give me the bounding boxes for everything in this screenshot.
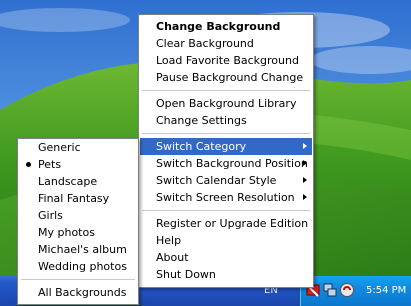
- menu-item-switch-calendar-style[interactable]: Switch Calendar Style: [140, 172, 312, 189]
- clock[interactable]: 5:54 PM: [366, 285, 406, 296]
- category-item-all-backgrounds[interactable]: All Backgrounds: [19, 284, 137, 301]
- category-item-girls[interactable]: Girls: [19, 207, 137, 224]
- category-item-pets[interactable]: Pets: [19, 156, 137, 173]
- network-icon[interactable]: [322, 282, 338, 298]
- category-item-michaels-album[interactable]: Michael's album: [19, 241, 137, 258]
- menu-separator: [142, 133, 310, 134]
- security-alert-icon[interactable]: [339, 282, 355, 298]
- menu-item-switch-screen-resolution[interactable]: Switch Screen Resolution: [140, 189, 312, 206]
- menu-item-label: Switch Calendar Style: [156, 174, 277, 187]
- menu-item-label: Switch Category: [156, 140, 247, 153]
- menu-separator: [21, 279, 135, 280]
- menu-item-label: Switch Background Position: [156, 157, 308, 170]
- menu-item-load-favorite-background[interactable]: Load Favorite Background: [140, 52, 312, 69]
- category-item-final-fantasy[interactable]: Final Fantasy: [19, 190, 137, 207]
- submenu-arrow-icon: [303, 194, 307, 200]
- menu-item-clear-background[interactable]: Clear Background: [140, 35, 312, 52]
- background-context-menu: Change Background Clear Background Load …: [138, 14, 314, 288]
- menu-item-help[interactable]: Help: [140, 232, 312, 249]
- menu-item-label: Switch Screen Resolution: [156, 191, 295, 204]
- submenu-arrow-icon: [303, 177, 307, 183]
- category-item-my-photos[interactable]: My photos: [19, 224, 137, 241]
- submenu-arrow-icon: [303, 160, 307, 166]
- menu-item-register-upgrade[interactable]: Register or Upgrade Edition: [140, 215, 312, 232]
- category-item-landscape[interactable]: Landscape: [19, 173, 137, 190]
- menu-item-about[interactable]: About: [140, 249, 312, 266]
- menu-item-open-background-library[interactable]: Open Background Library: [140, 95, 312, 112]
- menu-item-change-settings[interactable]: Change Settings: [140, 112, 312, 129]
- category-item-wedding-photos[interactable]: Wedding photos: [19, 258, 137, 275]
- menu-item-pause-background-change[interactable]: Pause Background Change: [140, 69, 312, 86]
- menu-item-shut-down[interactable]: Shut Down: [140, 266, 312, 283]
- submenu-arrow-icon: [303, 143, 307, 149]
- menu-item-switch-category[interactable]: Switch Category: [140, 138, 312, 155]
- menu-separator: [142, 210, 310, 211]
- category-item-label: Pets: [38, 158, 62, 171]
- category-submenu: Generic Pets Landscape Final Fantasy Gir…: [17, 138, 139, 305]
- selected-bullet-icon: [26, 162, 31, 167]
- menu-separator: [142, 90, 310, 91]
- category-item-generic[interactable]: Generic: [19, 139, 137, 156]
- menu-item-change-background[interactable]: Change Background: [140, 18, 312, 35]
- menu-item-switch-background-position[interactable]: Switch Background Position: [140, 155, 312, 172]
